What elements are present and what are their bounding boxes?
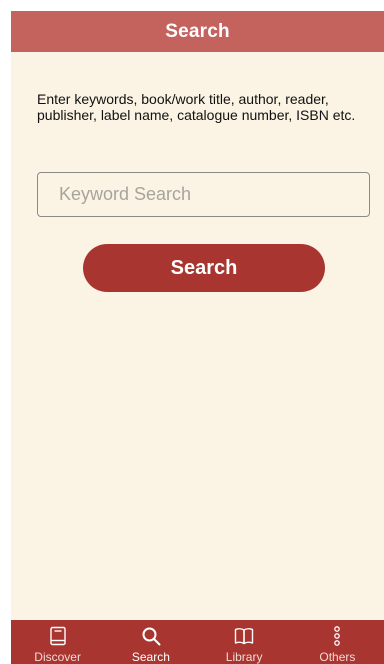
book-icon	[49, 626, 66, 646]
open-book-icon	[234, 628, 254, 645]
page-title: Search	[165, 20, 230, 42]
search-instructions: Enter keywords, book/work title, author,…	[37, 91, 356, 123]
app-screen: Search Enter keywords, book/work title, …	[11, 11, 384, 664]
tab-label: Others	[319, 650, 356, 664]
keyword-search-input[interactable]	[37, 172, 370, 217]
tab-search[interactable]: Search	[104, 620, 197, 664]
tab-others[interactable]: Others	[291, 620, 384, 664]
search-icon	[142, 627, 161, 646]
tab-label: Discover	[34, 650, 81, 664]
tab-discover[interactable]: Discover	[11, 620, 104, 664]
tab-label: Search	[131, 650, 170, 664]
more-vertical-icon	[334, 626, 341, 646]
tab-bar: Discover Search Library Others	[11, 620, 384, 664]
tab-label: Library	[225, 650, 263, 664]
tab-library[interactable]: Library	[198, 620, 291, 664]
search-button[interactable]: Search	[83, 244, 325, 292]
nav-header: Search	[11, 11, 384, 52]
